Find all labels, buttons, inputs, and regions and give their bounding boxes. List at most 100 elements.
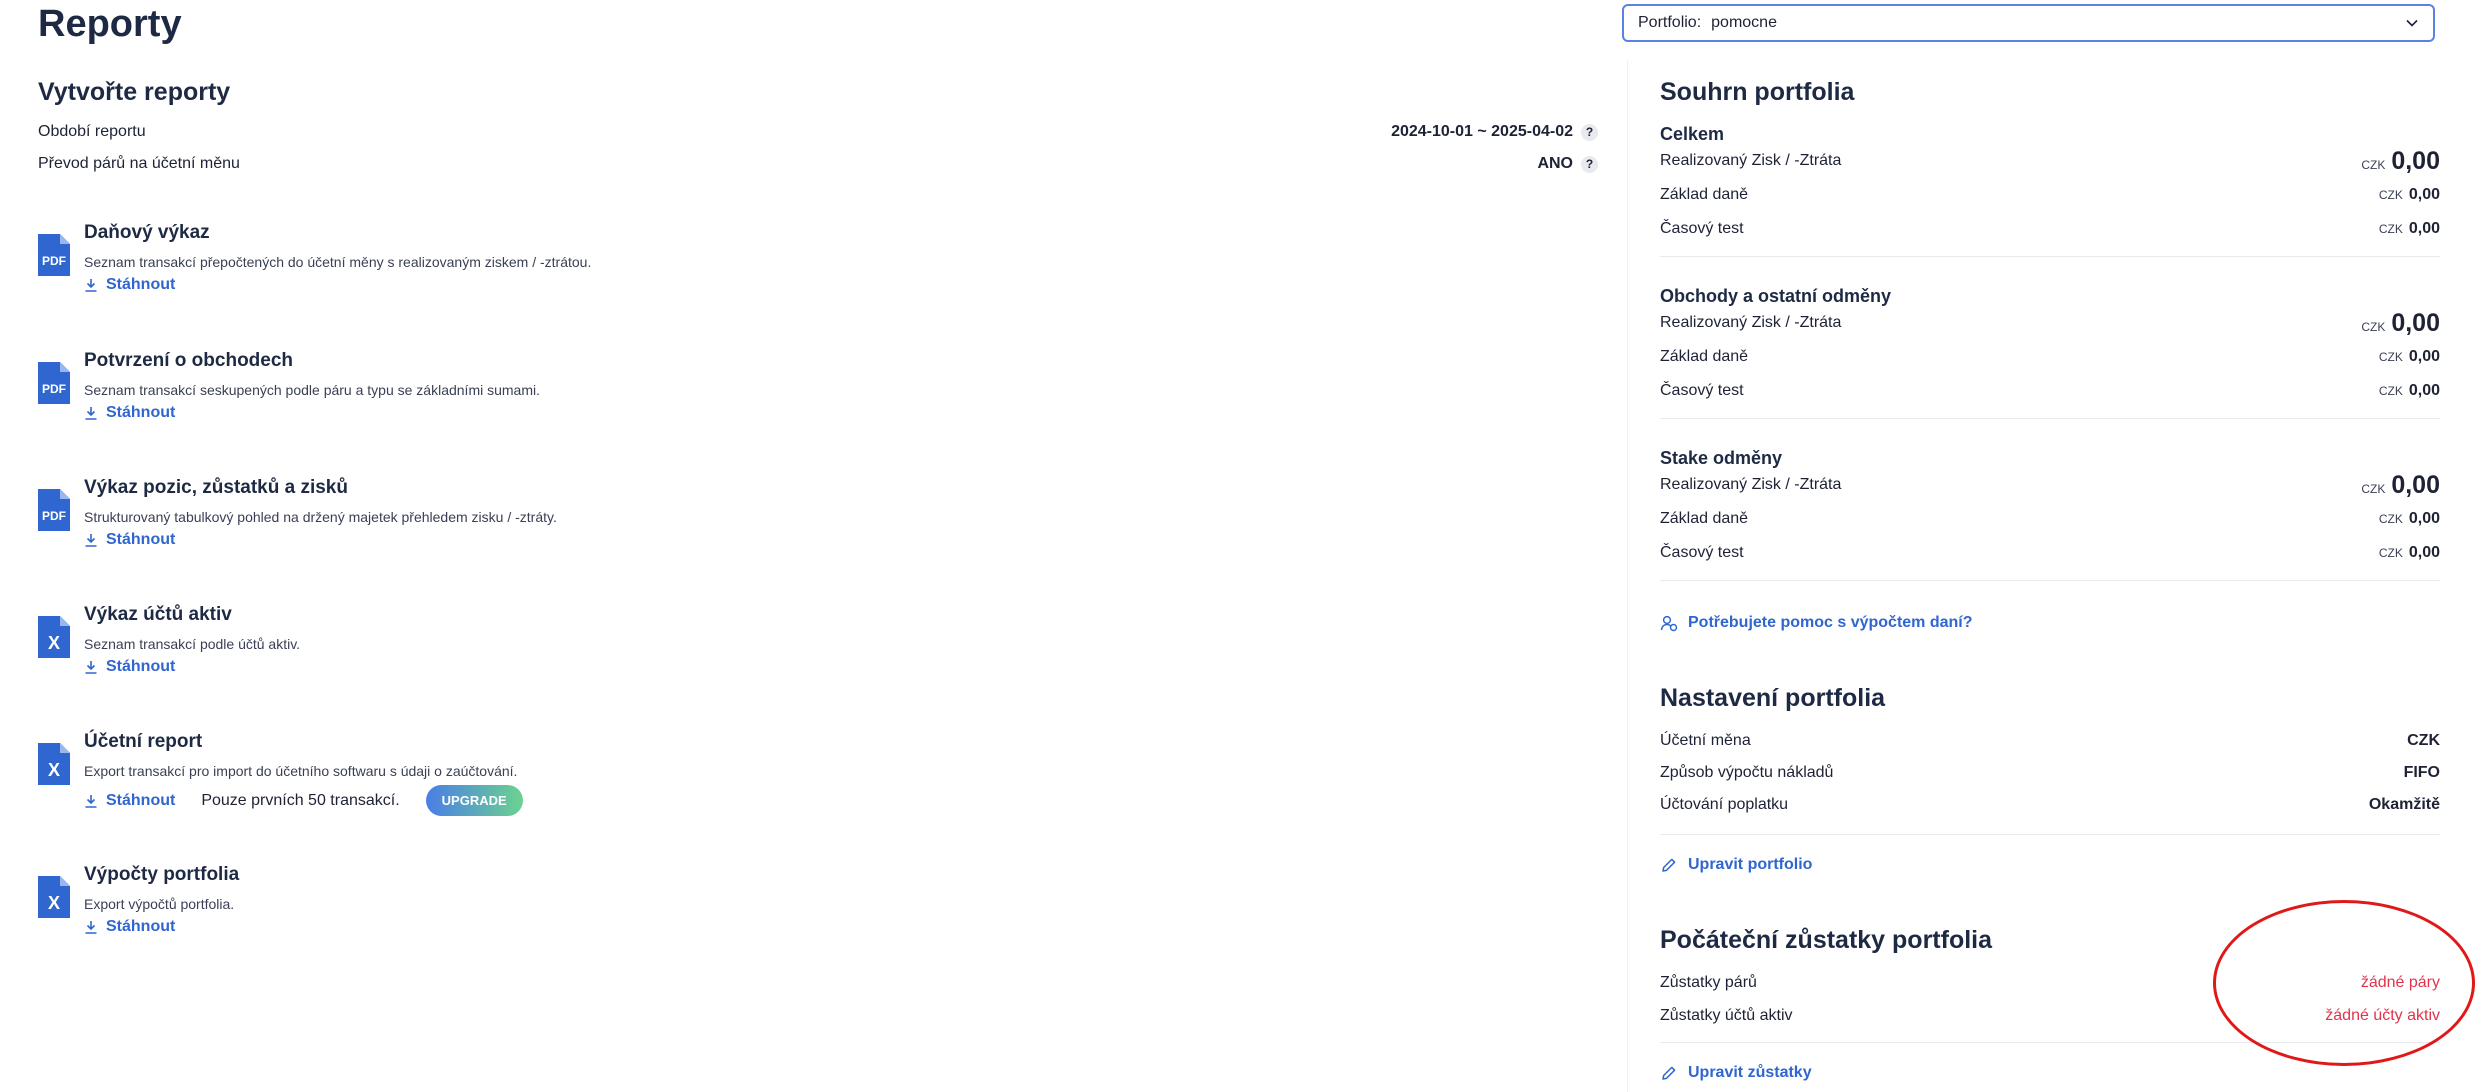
edit-portfolio-link[interactable]: Upravit portfolio xyxy=(1660,856,1812,874)
report-item: PDF Potvrzení o obchodech Seznam transakcí… xyxy=(38,350,1038,440)
currency-code: CZK xyxy=(2378,350,2403,364)
report-description: Export transakcí pro import do účetního … xyxy=(84,763,518,779)
amount: 0,00 xyxy=(2391,308,2440,337)
balance-label: Zůstatky párů xyxy=(1660,974,1757,991)
setting-value: FIFO xyxy=(2403,764,2440,781)
currency-code: CZK xyxy=(2378,222,2403,236)
report-actions: Stáhnout xyxy=(84,531,175,549)
download-button[interactable]: Stáhnout xyxy=(84,658,175,676)
summary-title: Souhrn portfolia xyxy=(1660,78,1855,106)
currency-code: CZK xyxy=(2378,384,2403,398)
summary-row-value: CZK 0,00 xyxy=(2379,220,2440,238)
report-description: Export výpočtů portfolia. xyxy=(84,896,235,912)
summary-row-label: Základ daně xyxy=(1660,348,1749,365)
download-icon xyxy=(85,794,97,808)
report-item: X Výpočty portfolia Export výpočtů portfol… xyxy=(38,864,1038,954)
settings-title: Nastavení portfolia xyxy=(1660,684,1886,712)
user-help-icon xyxy=(1660,615,1678,632)
amount: 0,00 xyxy=(2408,348,2440,365)
tax-help-label: Potřebujete pomoc s výpočtem daní? xyxy=(1688,614,1973,631)
tax-help-link[interactable]: Potřebujete pomoc s výpočtem daní? xyxy=(1660,614,1973,632)
pencil-icon xyxy=(1662,858,1676,872)
report-name: Výpočty portfolia xyxy=(84,864,240,885)
download-icon xyxy=(85,534,97,547)
download-icon xyxy=(85,921,97,934)
currency-code: CZK xyxy=(2361,481,2386,496)
report-actions: Stáhnout xyxy=(84,658,175,676)
create-reports-section: Vytvořte reporty Období reportu 2024-10-… xyxy=(38,74,1598,180)
report-period-value[interactable]: 2024-10-01 ~ 2025-04-02 xyxy=(1391,123,1573,141)
download-button[interactable]: Stáhnout xyxy=(84,792,175,810)
report-period-row: Období reportu 2024-10-01 ~ 2025-04-02? xyxy=(38,116,1598,148)
summary-row: Realizovaný Zisk / -Ztráta CZK 0,00 xyxy=(1660,146,2440,176)
file-icon-glyph: X xyxy=(48,893,60,913)
summary-group-title: Stake odměny xyxy=(1660,448,1783,468)
amount: 0,00 xyxy=(2391,470,2440,499)
chevron-down-icon xyxy=(2406,19,2418,27)
amount: 0,00 xyxy=(2408,186,2440,203)
pdf-file-icon: PDF xyxy=(38,362,70,404)
report-period-label: Období reportu xyxy=(38,123,146,140)
pdf-file-icon: PDF xyxy=(38,234,70,276)
column-divider xyxy=(1627,60,1628,1092)
help-icon[interactable]: ? xyxy=(1581,123,1598,141)
pencil-icon xyxy=(1662,1066,1676,1080)
summary-row-label: Časový test xyxy=(1660,544,1744,561)
summary-row-label: Základ daně xyxy=(1660,186,1749,203)
download-icon xyxy=(85,279,97,292)
summary-row-value: CZK 0,00 xyxy=(2361,471,2440,500)
download-label: Stáhnout xyxy=(106,791,176,809)
limit-note: Pouze prvních 50 transakcí. xyxy=(201,791,400,809)
amount: 0,00 xyxy=(2408,220,2440,237)
report-description: Seznam transakcí podle účtů aktiv. xyxy=(84,636,301,652)
summary-row: Časový test CZK 0,00 xyxy=(1660,214,2440,244)
download-button[interactable]: Stáhnout xyxy=(84,531,175,549)
summary-row-value: CZK 0,00 xyxy=(2361,147,2440,176)
divider xyxy=(1660,834,2440,835)
summary-row: Základ daně CZK 0,00 xyxy=(1660,342,2440,372)
divider xyxy=(1660,418,2440,419)
summary-group-title: Obchody a ostatní odměny xyxy=(1660,286,1892,306)
summary-row-label: Realizovaný Zisk / -Ztráta xyxy=(1660,314,1842,331)
report-description: Seznam transakcí seskupených podle páru … xyxy=(84,382,541,398)
page-title: Reporty xyxy=(38,3,182,45)
divider xyxy=(1660,256,2440,257)
edit-balances-label: Upravit zůstatky xyxy=(1688,1064,1812,1081)
summary-row: Základ daně CZK 0,00 xyxy=(1660,504,2440,534)
file-icon-glyph: PDF xyxy=(42,382,66,396)
edit-balances-link[interactable]: Upravit zůstatky xyxy=(1660,1064,1812,1082)
download-button[interactable]: Stáhnout xyxy=(84,404,175,422)
summary-row: Základ daně CZK 0,00 xyxy=(1660,180,2440,210)
amount: 0,00 xyxy=(2408,382,2440,399)
setting-value: CZK xyxy=(2407,732,2440,749)
upgrade-button[interactable]: UPGRADE xyxy=(425,785,523,816)
summary-group-title: Celkem xyxy=(1660,124,1725,144)
summary-row: Časový test CZK 0,00 xyxy=(1660,538,2440,568)
summary-row: Realizovaný Zisk / -Ztráta CZK 0,00 xyxy=(1660,470,2440,500)
download-button[interactable]: Stáhnout xyxy=(84,918,175,936)
report-item: X Účetní report Export transakcí pro impor… xyxy=(38,731,1038,821)
report-actions: Stáhnout xyxy=(84,276,175,294)
download-button[interactable]: Stáhnout xyxy=(84,276,175,294)
annotation-circle xyxy=(2213,900,2475,1066)
download-label: Stáhnout xyxy=(106,658,176,675)
amount: 0,00 xyxy=(2408,510,2440,527)
help-icon[interactable]: ? xyxy=(1581,155,1598,173)
currency-code: CZK xyxy=(2378,512,2403,526)
summary-row-value: CZK 0,00 xyxy=(2379,348,2440,366)
report-description: Seznam transakcí přepočtených do účetní … xyxy=(84,254,592,270)
setting-row: Způsob výpočtu nákladů FIFO xyxy=(1660,758,2440,788)
convert-pairs-row: Převod párů na účetní měnu ANO? xyxy=(38,148,1598,180)
report-name: Výkaz pozic, zůstatků a zisků xyxy=(84,477,348,498)
convert-pairs-value[interactable]: ANO xyxy=(1537,155,1573,173)
setting-label: Způsob výpočtu nákladů xyxy=(1660,764,1834,781)
portfolio-select[interactable]: Portfolio: pomocne xyxy=(1622,4,2435,42)
create-reports-title: Vytvořte reporty xyxy=(38,78,231,106)
currency-code: CZK xyxy=(2361,157,2386,172)
download-icon xyxy=(85,407,97,420)
currency-code: CZK xyxy=(2378,546,2403,560)
setting-label: Účetní měna xyxy=(1660,732,1751,749)
balance-label: Zůstatky účtů aktiv xyxy=(1660,1007,1793,1024)
report-name: Potvrzení o obchodech xyxy=(84,350,294,371)
currency-code: CZK xyxy=(2378,188,2403,202)
